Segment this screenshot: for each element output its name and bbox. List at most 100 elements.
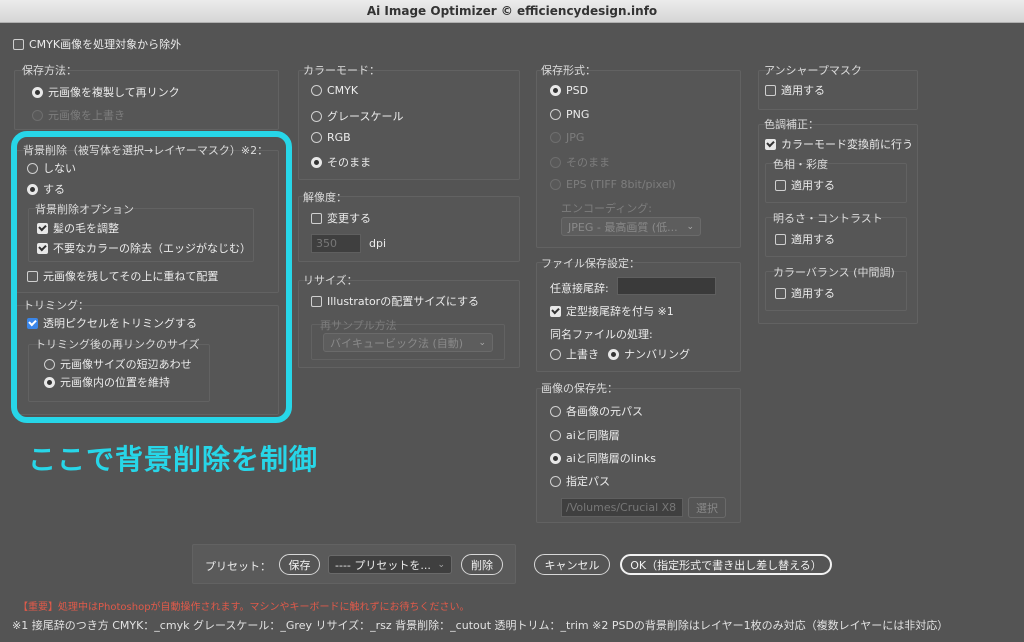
radio-label: 元画像を複製して再リンク	[48, 86, 180, 99]
radio-selected-icon	[311, 156, 322, 168]
preset-save-button[interactable]: 保存	[279, 554, 320, 575]
brightness-apply-checkbox[interactable]: 適用する	[775, 231, 835, 247]
radio-label: そのまま	[566, 156, 610, 169]
radio-icon	[550, 405, 561, 417]
resample-value: バイキュービック法 (自動)	[330, 336, 464, 350]
radio-label: RGB	[327, 131, 351, 144]
save-method-duplicate-radio[interactable]: 元画像を複製して再リンク	[32, 84, 180, 100]
footnote-text: ※1 接尾辞のつき方 CMYK：_cmyk グレースケール：_Grey リサイズ…	[12, 619, 949, 632]
radio-label: PSD	[566, 84, 589, 97]
radio-icon	[550, 156, 561, 168]
preset-select[interactable]: ---- プリセットを... ⌄	[328, 555, 452, 574]
radio-icon	[550, 132, 561, 143]
encoding-legend: エンコーディング:	[561, 202, 652, 215]
chevron-down-icon: ⌄	[437, 559, 445, 570]
radio-label: 上書き	[566, 348, 599, 361]
ok-button[interactable]: OK（指定形式で書き出し差し替える）	[620, 554, 832, 575]
radio-icon	[311, 110, 322, 122]
window-title: Ai Image Optimizer © efficiencydesign.in…	[366, 4, 658, 18]
resolution-unit: dpi	[369, 237, 387, 250]
illustrator-size-checkbox[interactable]: Illustratorの配置サイズにする	[311, 293, 479, 309]
chevron-down-icon: ⌄	[478, 337, 486, 348]
checkbox-checked-icon	[550, 305, 561, 317]
unsharp-legend: アンシャープマスク	[764, 64, 862, 77]
radio-label: ナンバリング	[624, 348, 690, 361]
radio-label: aiと同階層のlinks	[566, 452, 656, 465]
format-keep-radio[interactable]: そのまま	[550, 154, 610, 170]
suffix-input[interactable]	[617, 277, 716, 295]
dest-custom-path-radio[interactable]: 指定パス	[550, 473, 610, 489]
brightness-legend: 明るさ・コントラスト	[773, 212, 883, 225]
checkbox-label: Illustratorの配置サイズにする	[327, 295, 479, 308]
checkbox-icon	[775, 233, 786, 245]
format-png-radio[interactable]: PNG	[550, 108, 589, 121]
same-name-label: 同名ファイルの処理:	[550, 328, 653, 341]
browse-button[interactable]: 選択	[688, 497, 726, 518]
checkbox-label: 適用する	[791, 179, 835, 192]
checkbox-label: カラーモード変換前に行う	[781, 138, 913, 151]
radio-icon	[550, 429, 561, 441]
before-convert-checkbox[interactable]: カラーモード変換前に行う	[765, 136, 913, 152]
radio-icon	[550, 179, 561, 190]
checkbox-label: 定型接尾辞を付与 ※1	[566, 305, 674, 318]
same-name-overwrite-radio[interactable]: 上書き	[550, 346, 599, 362]
format-jpg-radio[interactable]: JPG	[550, 131, 584, 144]
color-mode-rgb-radio[interactable]: RGB	[311, 131, 351, 144]
color-mode-legend: カラーモード：	[303, 64, 380, 77]
save-dest-legend: 画像の保存先：	[541, 382, 618, 395]
highlight-frame	[11, 131, 292, 423]
radio-selected-icon	[608, 348, 619, 360]
warning-text: 【重要】処理中はPhotoshopが自動操作されます。マシンやキーボードに触れず…	[18, 602, 470, 613]
save-format-legend: 保存形式：	[541, 64, 596, 77]
exclude-cmyk-label: CMYK画像を処理対象から除外	[29, 38, 182, 51]
dest-original-path-radio[interactable]: 各画像の元パス	[550, 403, 643, 419]
preset-select-value: ---- プリセットを...	[335, 558, 431, 572]
window-titlebar: Ai Image Optimizer © efficiencydesign.in…	[0, 0, 1024, 23]
radio-label: 指定パス	[566, 475, 610, 488]
radio-label: JPG	[566, 131, 585, 144]
radio-label: CMYK	[327, 84, 359, 97]
radio-icon	[550, 109, 561, 120]
radio-label: 元画像を上書き	[48, 109, 125, 122]
exclude-cmyk-checkbox[interactable]: CMYK画像を処理対象から除外	[13, 36, 181, 52]
save-method-overwrite-radio[interactable]: 元画像を上書き	[32, 107, 125, 123]
resolution-change-checkbox[interactable]: 変更する	[311, 210, 371, 226]
save-method-legend: 保存方法：	[22, 64, 77, 77]
hue-apply-checkbox[interactable]: 適用する	[775, 177, 835, 193]
resample-legend: 再サンプル方法	[320, 319, 397, 332]
radio-selected-icon	[550, 452, 561, 464]
unsharp-apply-checkbox[interactable]: 適用する	[765, 82, 825, 98]
radio-label: 各画像の元パス	[566, 405, 643, 418]
radio-label: EPS (TIFF 8bit/pixel)	[566, 178, 676, 191]
cancel-button[interactable]: キャンセル	[534, 554, 610, 575]
radio-label: グレースケール	[327, 110, 404, 123]
format-psd-radio[interactable]: PSD	[550, 84, 588, 97]
resolution-input[interactable]: 350	[311, 234, 361, 253]
color-mode-cmyk-radio[interactable]: CMYK	[311, 84, 358, 97]
radio-label: そのまま	[327, 156, 371, 169]
dest-path-input[interactable]: /Volumes/Crucial X8	[561, 498, 683, 517]
color-mode-keep-radio[interactable]: そのまま	[311, 154, 371, 170]
radio-icon	[311, 132, 322, 143]
checkbox-label: 変更する	[327, 212, 371, 225]
radio-icon	[550, 475, 561, 487]
color-balance-apply-checkbox[interactable]: 適用する	[775, 285, 835, 301]
dest-same-level-radio[interactable]: aiと同階層	[550, 427, 620, 443]
resize-legend: リサイズ：	[303, 274, 358, 287]
file-settings-legend: ファイル保存設定：	[541, 257, 640, 270]
resolution-legend: 解像度：	[303, 191, 347, 204]
radio-label: aiと同階層	[566, 429, 620, 442]
resample-select[interactable]: バイキュービック法 (自動) ⌄	[323, 333, 493, 352]
radio-icon	[311, 85, 322, 96]
radio-icon	[32, 109, 43, 121]
dest-links-radio[interactable]: aiと同階層のlinks	[550, 450, 656, 466]
same-name-numbering-radio[interactable]: ナンバリング	[608, 346, 690, 362]
checkbox-icon	[775, 287, 786, 299]
encoding-select[interactable]: JPEG - 最高画質 (低... ⌄	[561, 217, 701, 236]
format-eps-radio[interactable]: EPS (TIFF 8bit/pixel)	[550, 178, 676, 191]
checkbox-icon	[775, 179, 786, 191]
color-mode-grey-radio[interactable]: グレースケール	[311, 108, 403, 124]
radio-icon	[550, 348, 561, 360]
preset-delete-button[interactable]: 削除	[461, 554, 503, 575]
fixed-suffix-checkbox[interactable]: 定型接尾辞を付与 ※1	[550, 303, 674, 319]
